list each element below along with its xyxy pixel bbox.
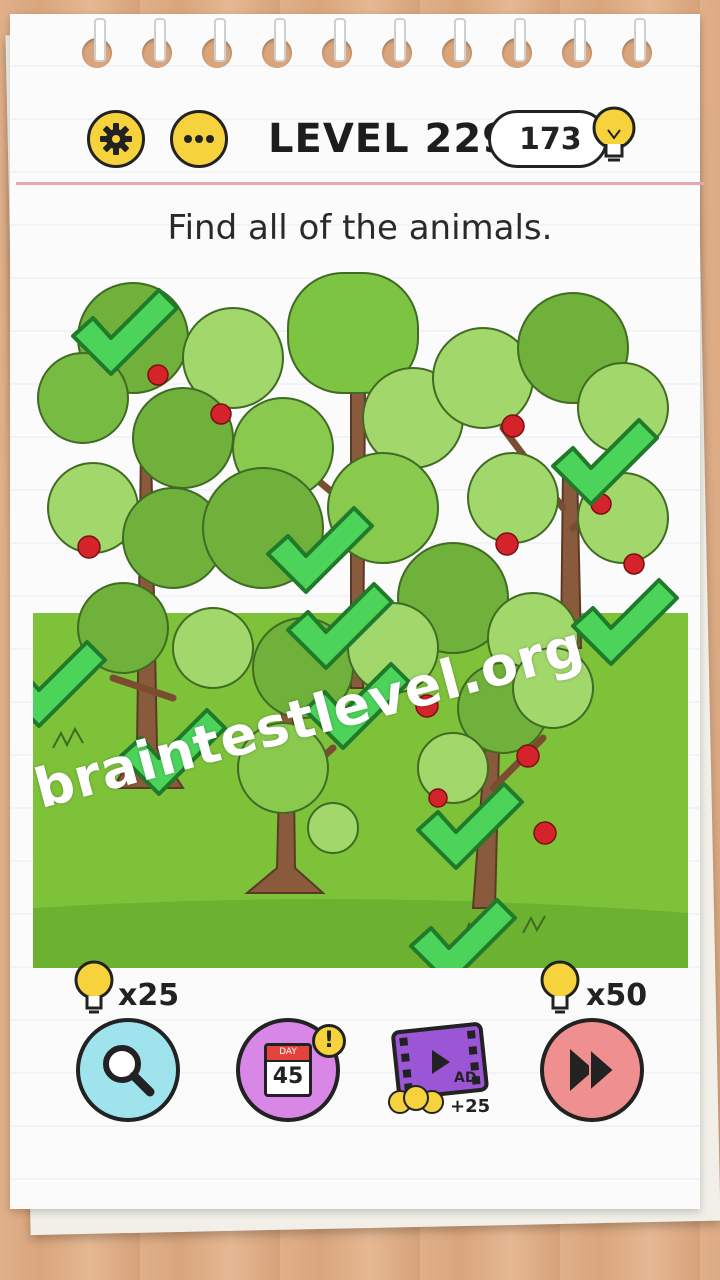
ellipsis-icon [184,135,214,143]
calendar-icon: DAY 45 [264,1043,312,1097]
settings-button[interactable] [87,110,145,168]
ad-reward: +25 [450,1096,491,1117]
lightbulb-bundle-icon [388,1085,444,1114]
gear-icon [100,123,132,155]
instruction-text: Find all of the animals. [167,208,553,248]
calendar-day-label: DAY [267,1046,309,1062]
level-title: LEVEL 229 [268,116,512,162]
header-divider [16,182,704,185]
lightbulb-icon [74,960,114,1014]
notification-badge: ! [312,1024,346,1058]
lightbulb-icon [540,960,580,1014]
lightbulb-icon [592,106,636,162]
magnifier-icon [103,1045,155,1097]
hint-button[interactable] [76,1018,180,1122]
ad-label: AD [454,1070,477,1086]
hint-count: 173 [519,121,582,157]
skip-level-button[interactable] [540,1018,644,1122]
hint-cost: x25 [118,978,180,1013]
puzzle-scene[interactable] [33,268,688,968]
watch-ad-button[interactable]: AD +25 [388,1022,491,1120]
skip-cost: x50 [586,978,648,1013]
more-options-button[interactable] [170,110,228,168]
skip-icon [570,1046,616,1094]
calendar-day-number: 45 [272,1064,304,1089]
badge-text: ! [323,1028,335,1053]
